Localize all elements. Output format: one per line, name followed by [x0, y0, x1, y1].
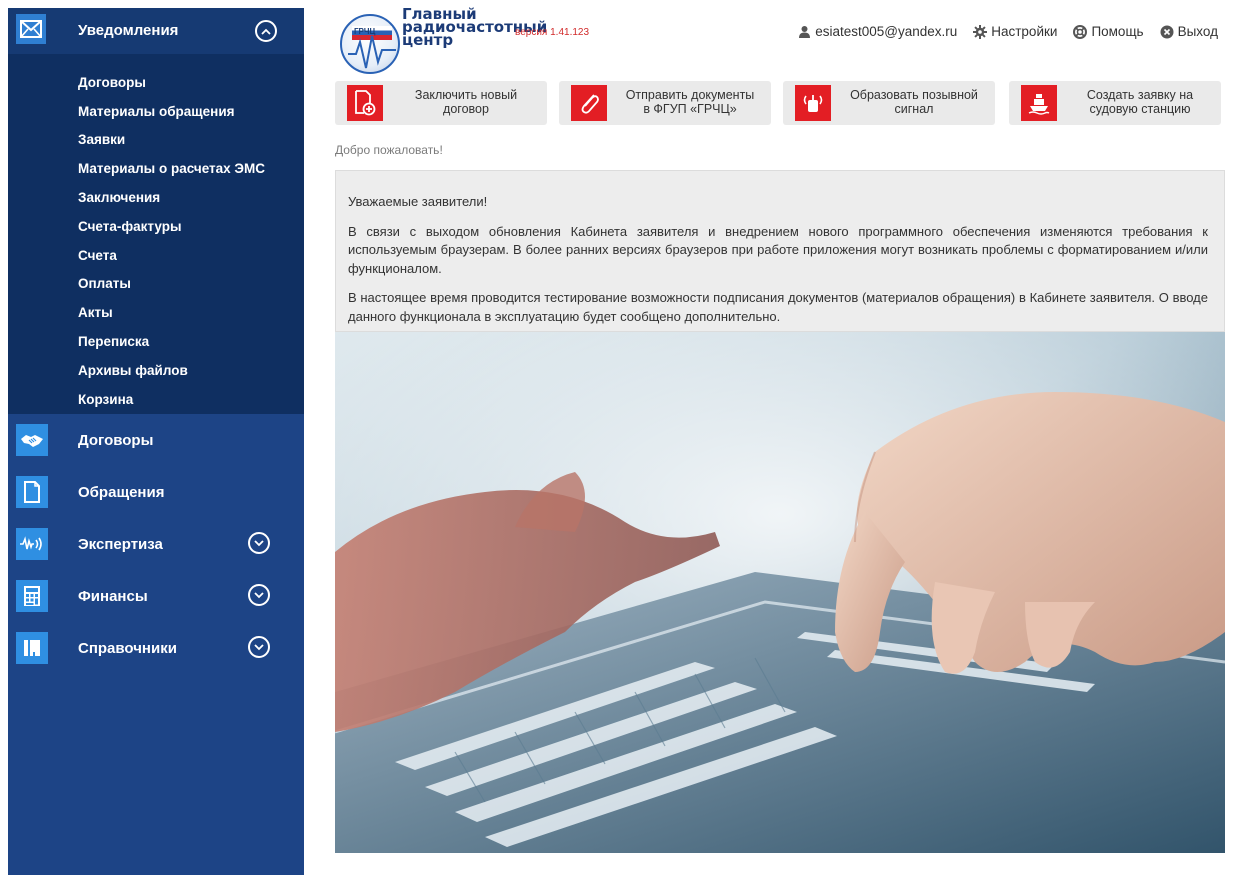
- submenu-item-file-archives[interactable]: Архивы файлов: [8, 356, 304, 385]
- submenu-item-correspondence[interactable]: Переписка: [8, 327, 304, 356]
- callsign-label: Образовать позывной сигнал: [850, 88, 978, 116]
- help-label: Помощь: [1091, 24, 1144, 39]
- user-icon: [797, 25, 811, 39]
- submenu-item-bills[interactable]: Счета: [8, 241, 304, 270]
- send-documents-button[interactable]: Отправить документы в ФГУП «ГРЧЦ»: [559, 81, 771, 125]
- new-contract-button[interactable]: Заключить новый договор: [335, 81, 547, 125]
- radio-signal-icon: [795, 85, 831, 121]
- callsign-button[interactable]: Образовать позывной сигнал: [783, 81, 995, 125]
- top-links: esiatest005@yandex.ru Настройки Помощь В…: [797, 24, 1218, 39]
- sidebar-item-label: Экспертиза: [78, 536, 163, 553]
- chevron-down-icon[interactable]: [248, 584, 270, 606]
- sidebar-item-label: Обращения: [78, 484, 165, 501]
- ship-icon: [1021, 85, 1057, 121]
- sidebar: Уведомления Договоры Материалы обращения…: [8, 8, 304, 875]
- chevron-up-icon[interactable]: [255, 20, 277, 42]
- sidebar-item-expertise[interactable]: Экспертиза: [8, 518, 304, 570]
- announcement-panel: Уважаемые заявители! В связи с выходом о…: [335, 170, 1225, 332]
- new-document-icon: [347, 85, 383, 121]
- sidebar-item-applications[interactable]: Обращения: [8, 466, 304, 518]
- hero-image-laptop-typing: [335, 332, 1225, 853]
- book-icon: [16, 632, 48, 664]
- envelope-icon: [16, 14, 46, 44]
- chevron-down-icon[interactable]: [248, 636, 270, 658]
- submenu-item-trash[interactable]: Корзина: [8, 385, 304, 414]
- document-icon: [16, 476, 48, 508]
- sidebar-item-label: Договоры: [78, 432, 154, 449]
- announcement-greeting: Уважаемые заявители!: [348, 194, 488, 209]
- logout-label: Выход: [1177, 24, 1218, 39]
- logo-wave-icon: [348, 35, 396, 69]
- sidebar-item-label: Финансы: [78, 588, 148, 605]
- sidebar-item-contracts[interactable]: Договоры: [8, 414, 304, 466]
- user-account-link[interactable]: esiatest005@yandex.ru: [797, 24, 957, 39]
- quick-actions: Заключить новый договор Отправить докумен…: [335, 81, 1225, 125]
- signal-wave-icon: [16, 528, 48, 560]
- chevron-down-icon[interactable]: [248, 532, 270, 554]
- submenu-item-emc-materials[interactable]: Материалы о расчетах ЭМС: [8, 154, 304, 183]
- user-email: esiatest005@yandex.ru: [815, 24, 958, 39]
- app-version: версия 1.41.123: [515, 27, 590, 38]
- paperclip-icon: [571, 85, 607, 121]
- submenu-item-invoices[interactable]: Счета-фактуры: [8, 212, 304, 241]
- calculator-icon: [16, 580, 48, 612]
- welcome-text: Добро пожаловать!: [335, 143, 443, 157]
- settings-label: Настройки: [991, 24, 1058, 39]
- submenu-item-acts[interactable]: Акты: [8, 298, 304, 327]
- submenu-item-conclusions[interactable]: Заключения: [8, 183, 304, 212]
- grchc-logo[interactable]: ГРЧЦ: [340, 14, 400, 74]
- close-circle-icon: [1160, 25, 1174, 39]
- ship-station-label: Создать заявку на судовую станцию: [1086, 88, 1194, 116]
- sidebar-item-label: Справочники: [78, 640, 177, 657]
- handshake-icon: [16, 424, 48, 456]
- announcement-paragraph-1: В связи с выходом обновления Кабинета за…: [348, 223, 1208, 276]
- submenu-item-application-materials[interactable]: Материалы обращения: [8, 97, 304, 126]
- lifebuoy-icon: [1073, 24, 1088, 39]
- notifications-submenu: Договоры Материалы обращения Заявки Мате…: [8, 54, 304, 414]
- settings-link[interactable]: Настройки: [973, 24, 1057, 39]
- announcement-paragraph-2: В настоящее время проводится тестировани…: [348, 290, 1208, 324]
- ship-station-button[interactable]: Создать заявку на судовую станцию: [1009, 81, 1221, 125]
- sidebar-item-finance[interactable]: Финансы: [8, 570, 304, 622]
- logout-link[interactable]: Выход: [1160, 24, 1218, 39]
- help-link[interactable]: Помощь: [1073, 24, 1144, 39]
- send-documents-label: Отправить документы в ФГУП «ГРЧЦ»: [625, 88, 755, 116]
- submenu-item-contracts[interactable]: Договоры: [8, 68, 304, 97]
- new-contract-label: Заключить новый договор: [414, 88, 518, 116]
- sidebar-section-title: Уведомления: [78, 22, 179, 39]
- gear-icon: [973, 24, 988, 39]
- sidebar-item-references[interactable]: Справочники: [8, 622, 304, 674]
- submenu-item-requests[interactable]: Заявки: [8, 126, 304, 155]
- sidebar-section-notifications[interactable]: Уведомления: [8, 8, 304, 54]
- submenu-item-payments[interactable]: Оплаты: [8, 270, 304, 299]
